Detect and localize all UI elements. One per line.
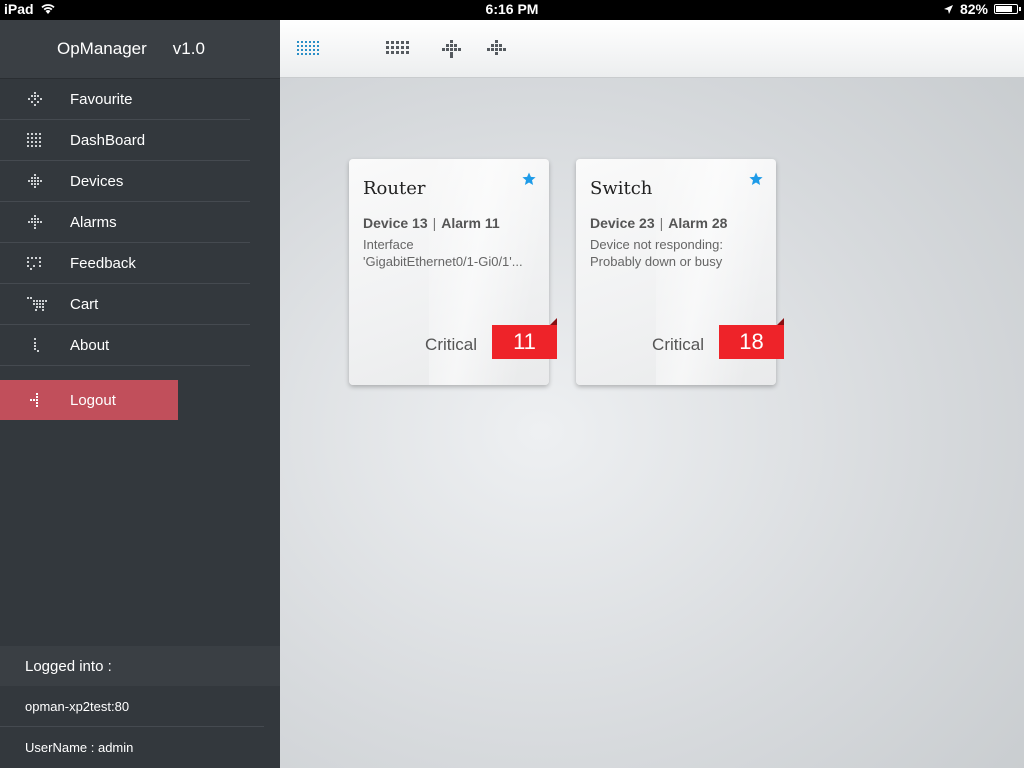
feedback-icon [27, 257, 41, 270]
star-icon[interactable] [749, 172, 763, 186]
card-meta: Device 23 | Alarm 28 [590, 215, 727, 231]
sidebar-item-alarms[interactable]: Alarms [0, 202, 250, 243]
sidebar-item-cart[interactable]: Cart [0, 284, 250, 325]
sidebar-item-label: Devices [70, 172, 124, 190]
card-desc-line: Device not responding: [590, 237, 723, 252]
card-meta: Device 13 | Alarm 11 [363, 215, 500, 231]
app-title: OpManager [57, 39, 147, 58]
card-title: Router [363, 178, 426, 199]
login-server: opman-xp2test:80 [0, 686, 264, 727]
critical-count-badge: 18 [719, 318, 784, 359]
about-icon [34, 338, 39, 352]
clock: 6:16 PM [485, 1, 539, 17]
card-description: Interface 'GigabitEthernet0/1-Gi0/1'... [363, 236, 543, 270]
sidebar-item-devices[interactable]: Devices [0, 161, 250, 202]
card-severity: Critical [425, 335, 477, 354]
card-device: Device 13 [363, 215, 428, 231]
toolbar [280, 20, 1024, 78]
grid-view-icon[interactable] [386, 40, 410, 58]
card-desc-line: Probably down or busy [590, 254, 723, 269]
status-bar: iPad 6:16 PM 82% [0, 0, 1024, 20]
logout-button[interactable]: Logout [0, 380, 178, 420]
card-alarm: Alarm 11 [441, 215, 500, 231]
alarms-view-icon[interactable] [485, 40, 509, 58]
meta-separator: | [432, 215, 437, 231]
sidebar-item-dashboard[interactable]: DashBoard [0, 120, 250, 161]
location-icon [943, 4, 953, 14]
card-desc-line: 'GigabitEthernet0/1-Gi0/1'... [363, 254, 523, 269]
battery-percent: 82% [959, 1, 988, 17]
main-content: Router Device 13 | Alarm 11 Interface 'Gig… [280, 20, 1024, 768]
sidebar-item-label: Favourite [70, 90, 133, 108]
login-username: UserName : admin [25, 739, 134, 755]
sidebar-item-about[interactable]: About [0, 325, 250, 366]
meta-separator: | [659, 215, 664, 231]
side-menu: Favourite DashBoard Devices Alarms Feedb… [0, 79, 280, 366]
star-icon[interactable] [522, 172, 536, 186]
card-description: Device not responding: Probably down or … [590, 236, 770, 270]
card-title: Switch [590, 178, 653, 199]
login-heading: Logged into : [0, 646, 280, 686]
alarm-card-switch[interactable]: Switch Device 23 | Alarm 28 Device not res… [576, 159, 784, 385]
alarm-card-router[interactable]: Router Device 13 | Alarm 11 Interface 'Gig… [349, 159, 557, 385]
sidebar-item-label: Alarms [70, 213, 117, 231]
devices-view-icon[interactable] [440, 40, 464, 58]
card-device: Device 23 [590, 215, 655, 231]
sidebar-item-label: Feedback [70, 254, 136, 272]
logout-label: Logout [70, 391, 116, 409]
card-alarm: Alarm 28 [668, 215, 728, 231]
login-info: Logged into : opman-xp2test:80 UserName … [0, 646, 280, 768]
sidebar-item-label: About [70, 336, 110, 354]
app-version: v1.0 [172, 39, 205, 58]
critical-count-badge: 11 [492, 318, 557, 359]
list-view-icon[interactable] [297, 40, 321, 58]
logout-icon [30, 393, 38, 407]
sidebar-item-favourite[interactable]: Favourite [0, 79, 250, 120]
sidebar-item-feedback[interactable]: Feedback [0, 243, 250, 284]
app-header: OpManager v1.0 [0, 20, 280, 79]
devices-icon [28, 174, 42, 188]
card-desc-line: Interface [363, 237, 414, 252]
alarms-icon [28, 215, 42, 229]
battery-icon [994, 4, 1021, 14]
cart-icon [27, 297, 47, 311]
card-severity: Critical [652, 335, 704, 354]
sidebar-item-label: DashBoard [70, 131, 146, 149]
sidebar: OpManager v1.0 Favourite DashBoard Devic… [0, 20, 280, 768]
dashboard-icon [27, 133, 41, 147]
sidebar-item-label: Cart [70, 295, 99, 313]
favourite-icon [28, 92, 42, 106]
